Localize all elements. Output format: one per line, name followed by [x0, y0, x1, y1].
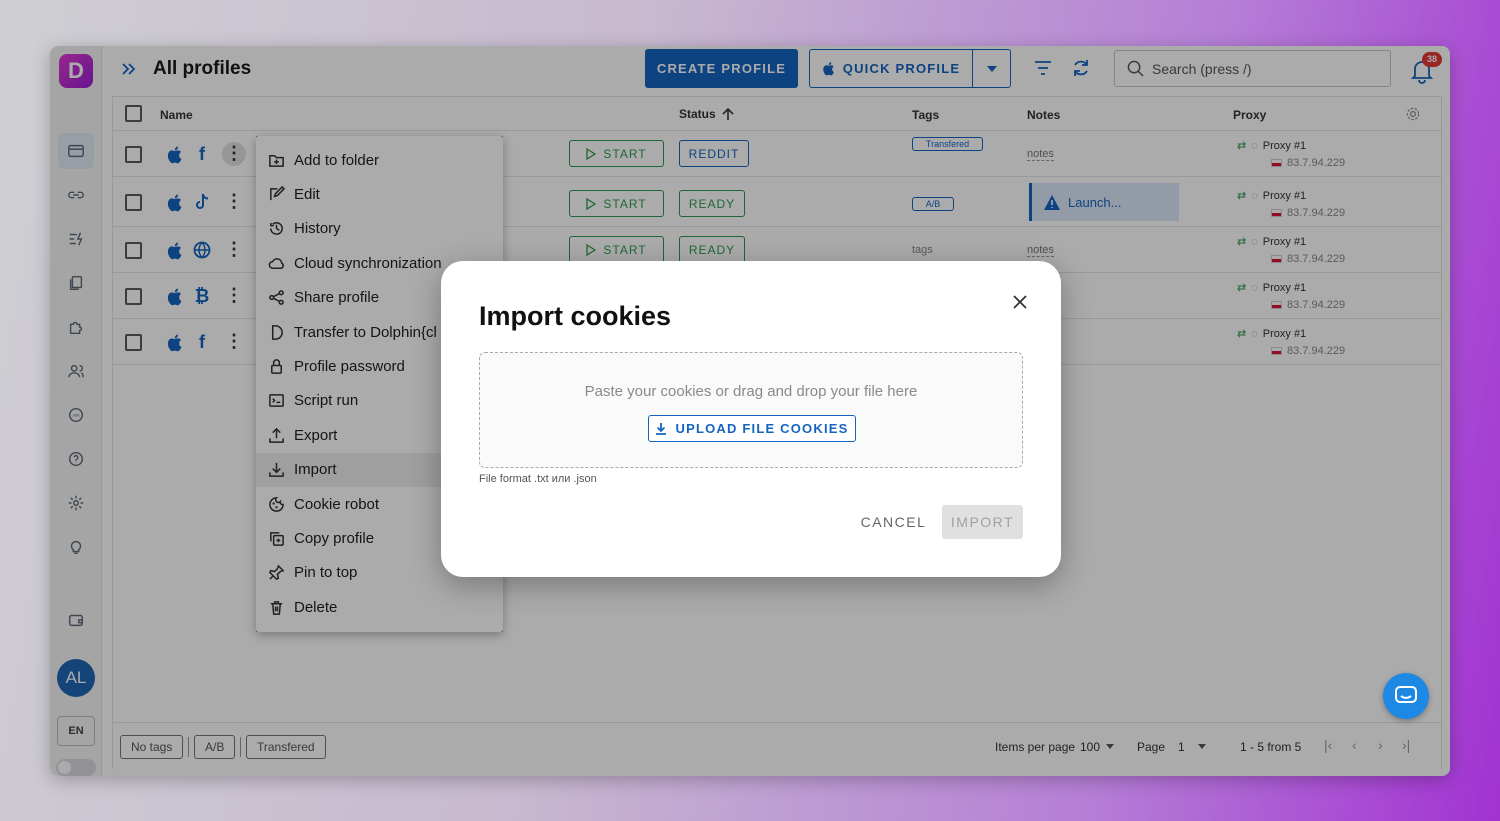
cloud-icon [268, 257, 284, 269]
dropzone-hint: Paste your cookies or drag and drop your… [584, 383, 918, 400]
close-icon[interactable] [1009, 291, 1031, 313]
menu-item-add-to-folder[interactable]: Add to folder [256, 143, 503, 177]
menu-item-delete[interactable]: Delete [256, 590, 503, 624]
menu-item-label: Transfer to Dolphin{cl [294, 323, 437, 341]
terminal-icon [269, 394, 284, 408]
upload-label: UPLOAD FILE COOKIES [675, 421, 849, 436]
menu-item-edit[interactable]: Edit [256, 177, 503, 211]
copy-icon [270, 532, 284, 546]
menu-item-label: Share profile [294, 289, 380, 307]
chat-icon [1395, 686, 1417, 703]
download-icon [269, 463, 284, 478]
import-cookies-dialog: Import cookies Paste your cookies or dra… [441, 261, 1061, 577]
trash-icon [270, 600, 283, 615]
pin-icon [268, 564, 285, 581]
menu-item-label: Import [294, 461, 337, 479]
cancel-button[interactable]: CANCEL [856, 505, 931, 539]
lock-icon [271, 359, 282, 374]
upload-icon [269, 427, 284, 443]
download-icon [656, 423, 667, 435]
folder-plus-icon [269, 154, 284, 167]
file-format-hint: File format .txt или .json [479, 473, 597, 485]
menu-item-label: Cloud synchronization [294, 254, 442, 272]
menu-item-label: Delete [294, 598, 338, 616]
menu-item-label: History [294, 220, 341, 238]
cookie-icon [269, 496, 284, 512]
menu-item-label: Cookie robot [294, 495, 380, 513]
menu-item-label: Pin to top [294, 564, 358, 582]
menu-item-label: Edit [294, 186, 320, 204]
menu-item-label: Profile password [294, 358, 405, 376]
menu-item-label: Add to folder [294, 151, 380, 169]
dialog-title: Import cookies [479, 301, 672, 331]
cookies-dropzone[interactable]: Paste your cookies or drag and drop your… [479, 352, 1023, 468]
dolphin-icon [271, 324, 283, 340]
menu-item-label: Script run [294, 392, 359, 410]
menu-item-history[interactable]: History [256, 212, 503, 246]
import-button[interactable]: IMPORT [942, 505, 1023, 539]
edit-icon [270, 186, 285, 201]
share-icon [269, 290, 284, 306]
menu-item-label: Export [294, 426, 338, 444]
support-chat-button[interactable] [1383, 673, 1429, 719]
history-icon [270, 222, 283, 236]
upload-file-cookies-button[interactable]: UPLOAD FILE COOKIES [648, 415, 856, 442]
menu-item-label: Copy profile [294, 529, 375, 547]
